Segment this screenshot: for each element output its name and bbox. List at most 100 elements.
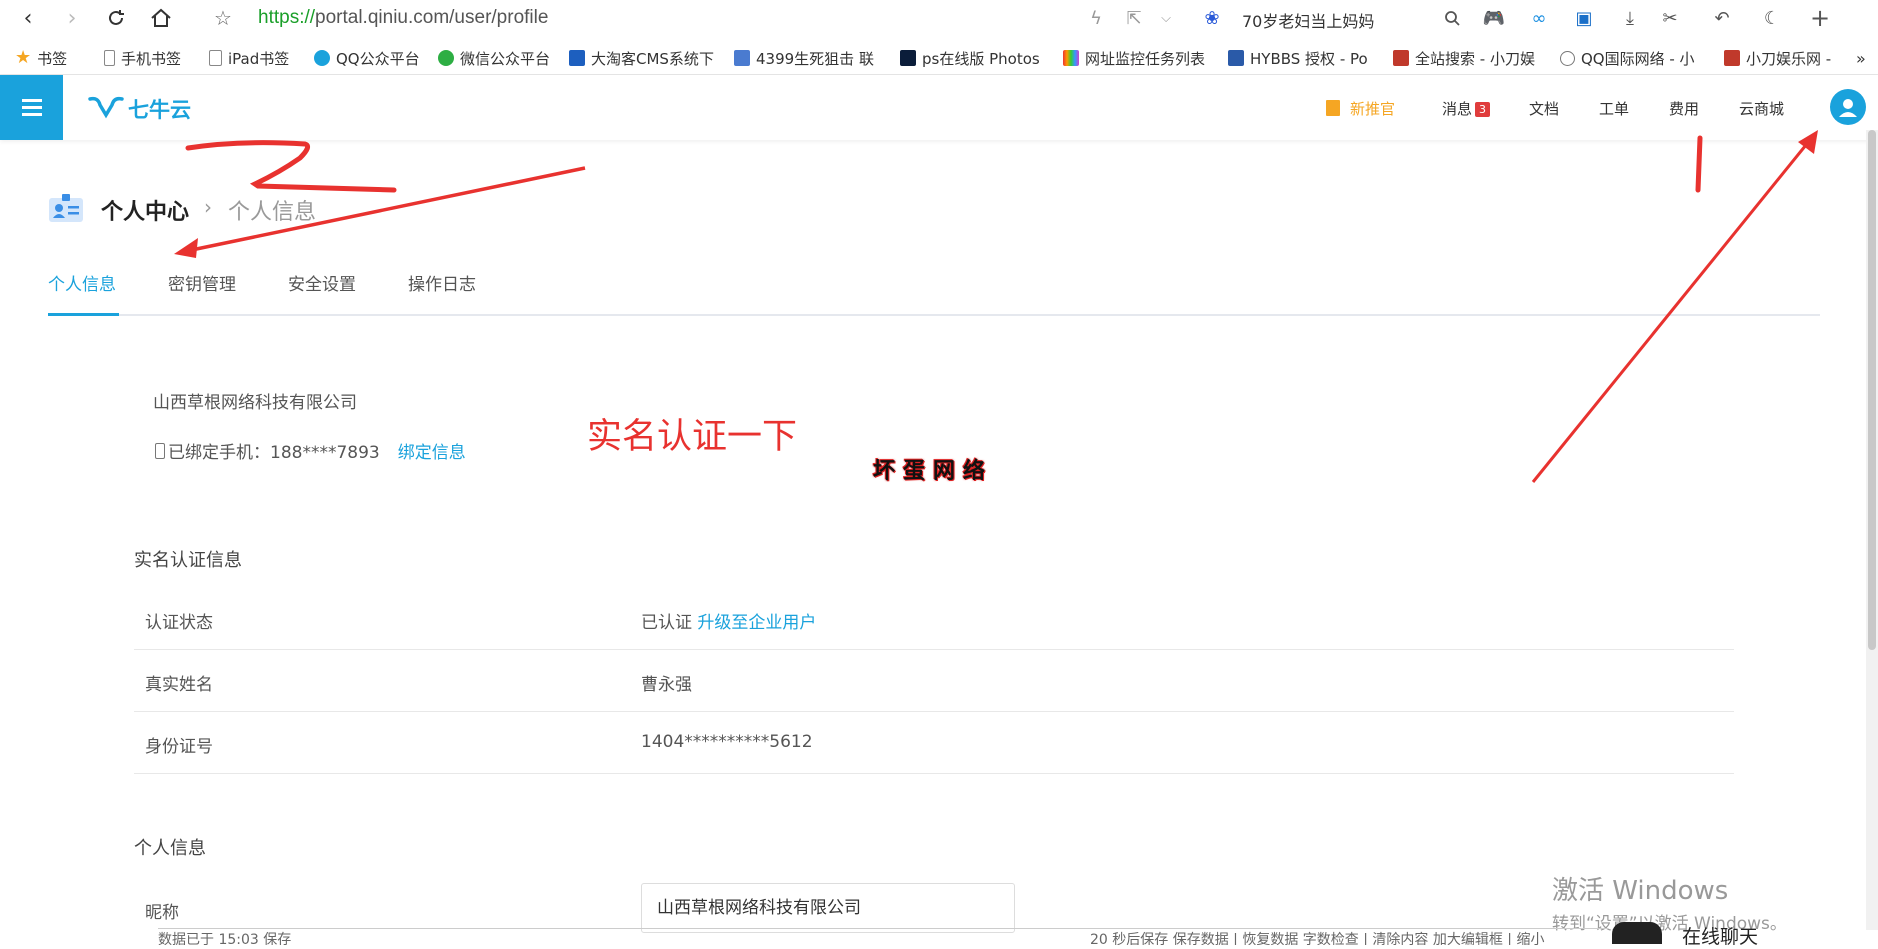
bookmark-item[interactable]: HYBBS 授权 - Po (1228, 48, 1378, 68)
tablet-icon (209, 50, 222, 66)
xiaodao-icon (1393, 50, 1409, 66)
gamepad-icon[interactable]: 🎮 (1482, 6, 1506, 30)
new-tab-icon[interactable]: + (1808, 4, 1832, 32)
table-row: 认证状态 已认证 升级至企业用户 (134, 588, 1734, 650)
scissors-icon[interactable]: ✂ (1658, 6, 1682, 30)
tab-personal-info[interactable]: 个人信息 (48, 270, 116, 295)
bookmark-label: ps在线版 Photos (922, 49, 1040, 68)
ps-icon (900, 50, 916, 66)
bookmark-label: 网址监控任务列表 (1085, 49, 1206, 68)
nav-tickets[interactable]: 工单 (1599, 98, 1629, 119)
user-icon (1839, 99, 1857, 117)
extension-icon[interactable]: ▣ (1572, 6, 1596, 30)
address-bar[interactable]: https://portal.qiniu.com/user/profile (258, 7, 548, 29)
bookmark-label: QQ国际网络 - 小 (1581, 49, 1695, 68)
bookmark-label: 4399生死狙击 联 (756, 49, 874, 68)
rainbow-icon (1063, 50, 1079, 66)
row-value: 已认证 升级至企业用户 (641, 608, 816, 633)
bookmark-item[interactable]: QQ公众平台 (314, 48, 420, 68)
tab-security-settings[interactable]: 安全设置 (288, 270, 356, 295)
mobile-icon (155, 442, 165, 459)
bookmark-item[interactable]: 4399生死狙击 联 (734, 48, 882, 68)
bound-phone-row: 已绑定手机：188****7893 绑定信息 (155, 438, 466, 463)
company-name: 山西草根网络科技有限公司 (153, 393, 357, 413)
scrollbar-thumb[interactable] (1868, 130, 1876, 650)
id-card-icon (49, 194, 83, 222)
lightning-icon[interactable]: ϟ (1084, 6, 1108, 30)
site-header: 七牛云 新推官 消息 3 文档 工单 费用 云商城 (0, 75, 1878, 140)
phone-icon (104, 50, 115, 66)
download-icon[interactable]: ⤓ (1618, 6, 1642, 30)
breadcrumb-main[interactable]: 个人中心 (101, 194, 189, 226)
forward-icon[interactable]: › (58, 4, 86, 32)
star-icon: ★ (15, 48, 32, 68)
bookmark-label: 微信公众平台 (460, 49, 551, 68)
baidu-paw-icon[interactable]: ❀ (1200, 6, 1224, 30)
qq-icon (314, 50, 330, 66)
nickname-input[interactable]: 山西草根网络科技有限公司 (641, 883, 1015, 933)
url-path: portal.qiniu.com/user/profile (315, 7, 549, 28)
home-icon[interactable] (147, 4, 175, 32)
active-tab-indicator (48, 313, 119, 316)
bookmarks-more-icon[interactable]: » (1856, 48, 1866, 68)
chat-icon[interactable] (1612, 922, 1662, 944)
infinity-icon[interactable]: ∞ (1527, 6, 1551, 30)
bookmark-item[interactable]: 手机书签 (104, 48, 181, 68)
bound-phone-text: 已绑定手机：188****7893 (168, 443, 380, 463)
chevron-down-icon[interactable]: ⌵ (1154, 6, 1178, 30)
undo-icon[interactable]: ↶ (1710, 6, 1734, 30)
annotation-note: 实名认证一下 (587, 417, 798, 457)
chevron-right-icon: › (204, 195, 212, 219)
browser-toolbar: ‹ › ☆ https://portal.qiniu.com/user/prof… (0, 0, 1878, 36)
nav-docs[interactable]: 文档 (1529, 98, 1559, 119)
wechat-icon (438, 50, 454, 66)
bookmark-item[interactable]: ps在线版 Photos (900, 48, 1050, 68)
table-row: 身份证号 1404**********5612 (134, 712, 1734, 774)
back-icon[interactable]: ‹ (14, 4, 42, 32)
upgrade-enterprise-link[interactable]: 升级至企业用户 (697, 613, 816, 633)
realname-section-title: 实名认证信息 (134, 550, 242, 571)
search-input[interactable]: 70岁老妇当上妈妈 (1242, 8, 1374, 32)
bookmark-label: 手机书签 (121, 49, 182, 68)
qiniu-logo[interactable]: 七牛云 (88, 93, 192, 123)
watermark-text: 坏蛋网络 (873, 459, 994, 484)
bookmark-item[interactable]: 全站搜索 - 小刀娱 (1393, 48, 1543, 68)
bookmark-label: 小刀娱乐网 - (1746, 49, 1832, 68)
profile-tabs: 个人信息 密钥管理 安全设置 操作日志 (48, 260, 1820, 316)
nav-cloud-mall[interactable]: 云商城 (1739, 98, 1784, 119)
bookmark-star-icon[interactable]: ☆ (209, 4, 237, 32)
bookmark-item[interactable]: 网址监控任务列表 (1063, 48, 1213, 68)
bookmark-item[interactable]: 小刀娱乐网 - (1724, 48, 1842, 68)
bind-info-link[interactable]: 绑定信息 (398, 438, 466, 463)
tab-key-management[interactable]: 密钥管理 (168, 270, 236, 295)
bookmark-item[interactable]: 微信公众平台 (438, 48, 550, 68)
user-avatar[interactable] (1830, 89, 1866, 125)
breadcrumb-current: 个人信息 (228, 200, 317, 225)
bookmark-label: 全站搜索 - 小刀娱 (1415, 49, 1535, 68)
bookmark-label: 书签 (37, 49, 68, 68)
moon-icon[interactable]: ☾ (1760, 6, 1784, 30)
page-scrollbar[interactable] (1866, 130, 1878, 930)
tab-operation-log[interactable]: 操作日志 (408, 270, 476, 295)
nav-messages[interactable]: 消息 3 (1442, 98, 1491, 119)
row-key: 身份证号 (145, 737, 213, 757)
reload-icon[interactable] (102, 4, 130, 32)
bookmark-item[interactable]: 大淘客CMS系统下 (569, 48, 717, 68)
annotation-number-2 (185, 140, 397, 193)
personal-section-title: 个人信息 (134, 838, 206, 859)
nav-new-recommend[interactable]: 新推官 (1326, 98, 1395, 119)
search-icon[interactable] (1440, 6, 1464, 30)
share-icon[interactable]: ⇱ (1122, 6, 1146, 30)
annotation-arrowhead-tab (174, 238, 198, 258)
bookmark-item[interactable]: QQ国际网络 - 小 (1560, 48, 1710, 68)
editor-actions[interactable]: 20 秒后保存 保存数据 | 恢复数据 字数检查 | 清除内容 加大编辑框 | … (1090, 929, 1544, 945)
bookmark-item[interactable]: ★ 书签 (15, 48, 67, 68)
hamburger-icon (21, 106, 42, 109)
bookmark-item[interactable]: iPad书签 (209, 48, 289, 68)
row-value: 曹永强 (641, 675, 692, 695)
messages-count-badge: 3 (1475, 102, 1491, 117)
nav-billing[interactable]: 费用 (1669, 98, 1699, 119)
online-chat-label[interactable]: 在线聊天 (1682, 922, 1758, 949)
hamburger-menu-button[interactable] (0, 75, 63, 140)
windows-activation-title: 激活 Windows (1552, 876, 1729, 906)
